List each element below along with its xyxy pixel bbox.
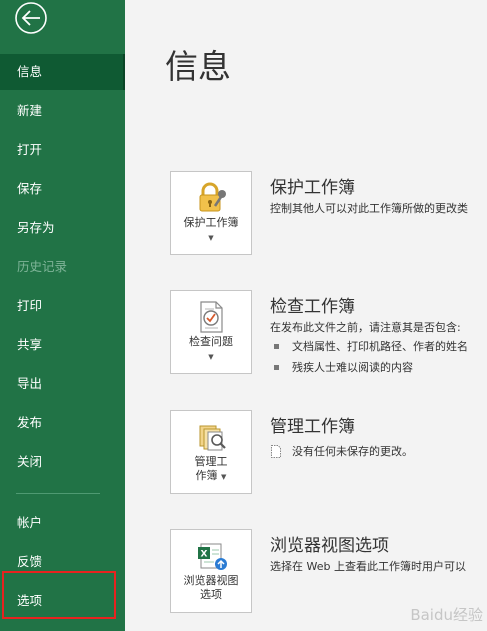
dropdown-caret-icon: ▼	[221, 473, 227, 481]
browser-view-options-button-label-line1: 浏览器视图	[183, 574, 239, 587]
nav-item-print[interactable]: 打印	[0, 288, 125, 324]
bullet-icon	[274, 343, 279, 349]
backstage-view: 信息 新建 打开 保存 另存为 历史记录 打印 共享 导出 发布 关闭 帐户 反…	[0, 0, 487, 631]
browser-view-options-button[interactable]: X 浏览器视图 选项	[170, 529, 252, 613]
protect-workbook-title: 保护工作簿	[270, 178, 355, 198]
inspect-document-icon	[200, 301, 223, 333]
nav-item-history: 历史记录	[17, 259, 68, 274]
check-issues-button-label: 检查问题	[189, 335, 233, 348]
dropdown-caret-icon: ▼	[208, 234, 214, 242]
nav-item-open[interactable]: 打开	[0, 132, 125, 168]
browser-view-title: 浏览器视图选项	[270, 536, 389, 556]
protect-workbook-section: 保护工作簿 ▼ 保护工作簿 控制其他人可以对此工作簿所做的更改类	[170, 171, 487, 261]
manage-workbook-button-label-line2-text: 作簿	[195, 469, 218, 482]
nav-item-save-as[interactable]: 另存为	[0, 210, 125, 246]
check-issues-button[interactable]: 检查问题 ▼	[170, 290, 252, 374]
nav-item-share[interactable]: 共享	[0, 327, 125, 363]
nav-divider	[16, 493, 100, 494]
back-button[interactable]	[9, 0, 53, 38]
inspect-workbook-title: 检查工作簿	[270, 297, 355, 317]
manage-workbook-title: 管理工作簿	[270, 417, 355, 437]
nav-item-info[interactable]: 信息	[0, 54, 125, 90]
browser-view-options-button-label-line2: 选项	[200, 588, 222, 601]
manage-workbook-note-text: 没有任何未保存的更改。	[292, 445, 413, 458]
nav-item-close[interactable]: 关闭	[0, 444, 125, 480]
nav-item-feedback[interactable]: 反馈	[0, 544, 125, 580]
dropdown-caret-icon: ▼	[208, 353, 214, 361]
nav-item-export[interactable]: 导出	[0, 366, 125, 402]
inspect-workbook-section: 检查问题 ▼ 检查工作簿 在发布此文件之前，请注意其是否包含: 文档属性、打印机…	[170, 290, 487, 380]
inspect-bullet-item: 残疾人士难以阅读的内容	[274, 359, 413, 375]
protect-workbook-button-label: 保护工作簿	[183, 216, 239, 229]
nav-item-new[interactable]: 新建	[0, 93, 125, 129]
nav-item-options[interactable]: 选项	[0, 583, 125, 619]
page-title: 信息	[165, 47, 231, 86]
browser-view-description: 选择在 Web 上查看此工作簿时用户可以	[270, 560, 466, 573]
manage-workbook-button-label-line1: 管理工	[194, 455, 228, 468]
nav-item-publish[interactable]: 发布	[0, 405, 125, 441]
nav-item-save[interactable]: 保存	[0, 171, 125, 207]
baidu-watermark: Baidu经验	[410, 606, 483, 624]
inspect-bullet-text: 文档属性、打印机路径、作者的姓名	[292, 340, 468, 353]
manage-workbook-note: 没有任何未保存的更改。	[270, 443, 413, 459]
manage-workbook-button-label-line2: 作簿 ▼	[171, 469, 251, 484]
inspect-bullet-text: 残疾人士难以阅读的内容	[292, 361, 413, 374]
nav-item-account[interactable]: 帐户	[0, 505, 125, 541]
excel-web-icon: X	[198, 543, 227, 570]
manage-versions-icon	[199, 425, 226, 451]
inspect-bullet-item: 文档属性、打印机路径、作者的姓名	[274, 338, 468, 354]
document-icon	[271, 444, 281, 458]
protect-workbook-button[interactable]: 保护工作簿 ▼	[170, 171, 252, 255]
info-panel: 信息 保护工作簿 ▼ 保护工作簿 控制其他人可以对此工作簿所做的更改类 检查问题…	[125, 0, 487, 631]
lock-key-icon	[199, 182, 226, 212]
back-arrow-icon	[15, 2, 47, 34]
backstage-sidebar: 信息 新建 打开 保存 另存为 历史记录 打印 共享 导出 发布 关闭 帐户 反…	[0, 0, 125, 631]
manage-workbook-button[interactable]: 管理工 作簿 ▼	[170, 410, 252, 494]
protect-workbook-description: 控制其他人可以对此工作簿所做的更改类	[270, 202, 468, 215]
bullet-icon	[274, 364, 279, 370]
manage-workbook-section: 管理工 作簿 ▼ 管理工作簿 没有任何未保存的更改。	[170, 410, 487, 500]
inspect-workbook-description: 在发布此文件之前，请注意其是否包含:	[270, 321, 461, 334]
svg-text:X: X	[201, 550, 208, 560]
